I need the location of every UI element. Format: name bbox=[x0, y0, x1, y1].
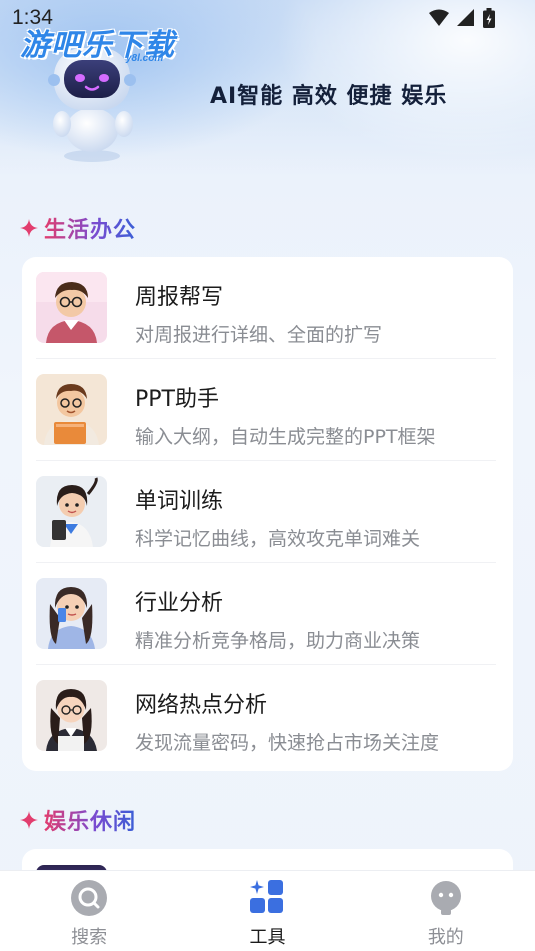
search-icon bbox=[71, 880, 108, 916]
section-title-label: 娱乐休闲 bbox=[44, 804, 136, 836]
nav-tab-tools[interactable]: 工具 bbox=[178, 871, 356, 951]
tool-name: 单词训练 bbox=[135, 489, 224, 514]
signal-icon bbox=[457, 9, 474, 26]
hero-slogan: AI智能 高效 便捷 娱乐 bbox=[210, 84, 448, 109]
profile-icon bbox=[430, 881, 461, 915]
nav-tab-profile[interactable]: 我的 bbox=[357, 871, 535, 951]
tool-description: 发现流量密码，快速抢占市场关注度 bbox=[135, 732, 440, 754]
tool-name: 行业分析 bbox=[135, 591, 224, 616]
boy-glasses-avatar bbox=[36, 272, 107, 343]
bottom-nav: 搜索 工具 我的 bbox=[0, 870, 535, 951]
battery-icon bbox=[483, 8, 495, 28]
section-title-entertainment: 娱乐休闲 bbox=[20, 804, 136, 836]
tool-description: 输入大纲，自动生成完整的PPT框架 bbox=[135, 426, 436, 448]
tool-description: 精准分析竞争格局，助力商业决策 bbox=[135, 630, 421, 652]
nav-label: 搜索 bbox=[71, 927, 108, 948]
tool-description: 对周报进行详细、全面的扩写 bbox=[135, 324, 383, 346]
tool-item-industry-analysis[interactable]: 行业分析 精准分析竞争格局，助力商业决策 bbox=[36, 563, 496, 665]
girl-tablet-avatar bbox=[36, 476, 107, 547]
section-title-life-office: 生活办公 bbox=[20, 212, 136, 244]
nav-label: 工具 bbox=[249, 927, 286, 948]
tool-name: PPT助手 bbox=[135, 387, 219, 412]
tool-name: 网络热点分析 bbox=[135, 693, 268, 718]
tool-item-ppt-assistant[interactable]: PPT助手 输入大纲，自动生成完整的PPT框架 bbox=[36, 359, 496, 461]
sparkle-icon bbox=[20, 219, 38, 237]
tool-name: 周报帮写 bbox=[135, 285, 224, 310]
tool-item-word-training[interactable]: 单词训练 科学记忆曲线，高效攻克单词难关 bbox=[36, 461, 496, 563]
nav-tab-search[interactable]: 搜索 bbox=[0, 871, 178, 951]
section-title-label: 生活办公 bbox=[44, 212, 136, 244]
sparkle-icon bbox=[20, 811, 38, 829]
tool-item-weekly-report[interactable]: 周报帮写 对周报进行详细、全面的扩写 bbox=[36, 257, 496, 359]
girl-phone-avatar bbox=[36, 578, 107, 649]
tools-card-life-office: 周报帮写 对周报进行详细、全面的扩写 PPT助手 输入大纲，自动生成完整的PPT… bbox=[22, 257, 513, 771]
tool-item-trending-analysis[interactable]: 网络热点分析 发现流量密码，快速抢占市场关注度 bbox=[36, 665, 496, 767]
boy-book-avatar bbox=[36, 374, 107, 445]
app-logo: 游吧乐下载 y8l.com bbox=[20, 20, 175, 64]
wifi-icon bbox=[429, 9, 449, 26]
nav-label: 我的 bbox=[427, 927, 464, 948]
girl-glasses-avatar bbox=[36, 680, 107, 751]
logo-domain: y8l.com bbox=[126, 53, 164, 64]
status-icons bbox=[429, 8, 495, 28]
tools-grid-icon bbox=[250, 880, 284, 913]
tool-description: 科学记忆曲线，高效攻克单词难关 bbox=[135, 528, 421, 550]
